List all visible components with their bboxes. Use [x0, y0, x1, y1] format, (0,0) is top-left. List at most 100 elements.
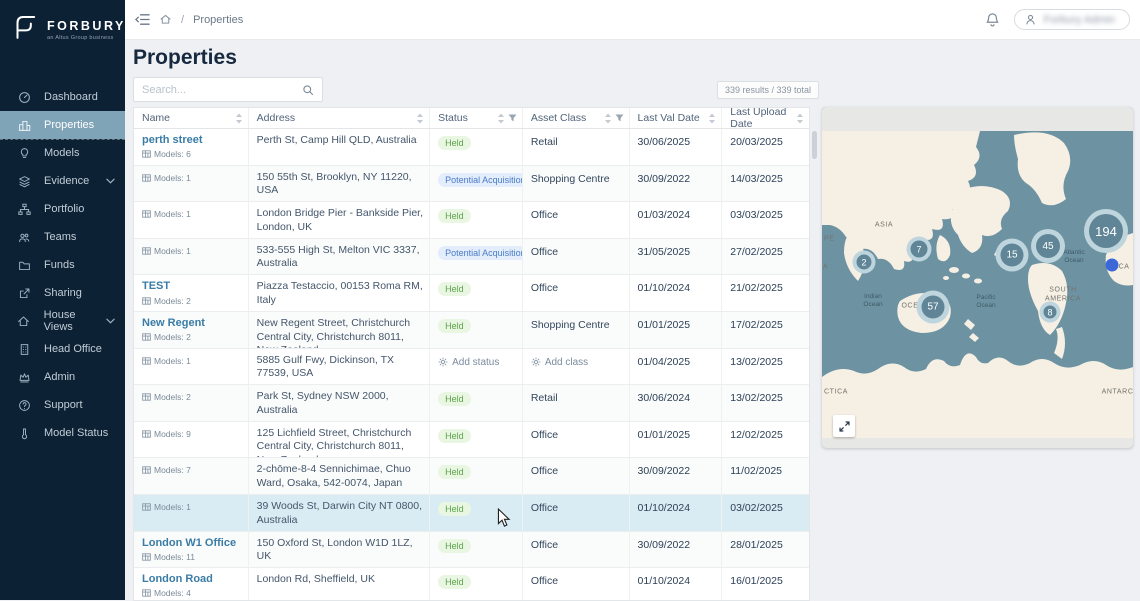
property-name-link[interactable]: London W1 Office: [142, 537, 242, 550]
property-name-link[interactable]: perth street: [142, 134, 242, 147]
add-class-button[interactable]: Add class: [531, 357, 623, 368]
models-label: Models: 9: [154, 429, 191, 439]
map-cluster[interactable]: 7: [907, 237, 932, 262]
status-cell: Held: [430, 532, 523, 568]
sidebar-item-house-views[interactable]: House Views: [0, 307, 125, 335]
address-cell: 5885 Gulf Fwy, Dickinson, TX 77539, USA: [249, 349, 430, 385]
sidebar-item-label: House Views: [44, 309, 106, 333]
sidebar-item-sharing[interactable]: Sharing: [0, 279, 125, 307]
table-row[interactable]: Models: 1150 55th St, Brooklyn, NY 11220…: [134, 166, 809, 203]
last-val-date: 01/01/2025: [638, 429, 716, 441]
last-val-date: 30/09/2022: [638, 173, 716, 185]
map-cluster[interactable]: 45: [1031, 229, 1065, 263]
sidebar-item-support[interactable]: Support: [0, 391, 125, 419]
sort-icon[interactable]: [235, 113, 243, 124]
table-row[interactable]: Models: 1533-555 High St, Melton VIC 333…: [134, 239, 809, 276]
sidebar-item-head-office[interactable]: Head Office: [0, 335, 125, 363]
last-upload-date: 27/02/2025: [730, 246, 803, 258]
bell-icon[interactable]: [985, 12, 1000, 28]
buildings-icon: [17, 118, 31, 132]
map-cluster[interactable]: 57: [917, 291, 950, 324]
last-val-date: 01/10/2024: [638, 502, 716, 514]
map-cluster[interactable]: 8: [1040, 302, 1061, 323]
column-header-address[interactable]: Address: [249, 108, 430, 128]
table-row[interactable]: Models: 1London Bridge Pier - Bankside P…: [134, 202, 809, 239]
table-row[interactable]: Models: 139 Woods St, Darwin City NT 080…: [134, 495, 809, 532]
property-name-link[interactable]: New Regent: [142, 317, 242, 330]
last-val-date: 30/09/2022: [638, 539, 716, 551]
sidebar-item-properties[interactable]: Properties: [0, 111, 125, 139]
table-row[interactable]: perth streetModels: 6Perth St, Camp Hill…: [134, 129, 809, 166]
map-cluster[interactable]: 194: [1084, 209, 1128, 253]
properties-map[interactable]: ASIAPEAIndian OceanOCEPacific OceanAtlan…: [822, 107, 1133, 448]
asset-class-text: Office: [531, 465, 623, 477]
column-header-name[interactable]: Name: [134, 108, 249, 128]
user-menu[interactable]: Forbury Admin: [1014, 9, 1130, 30]
table-row[interactable]: Models: 15885 Gulf Fwy, Dickinson, TX 77…: [134, 349, 809, 386]
address-text: 533-555 High St, Melton VIC 3337, Austra…: [257, 244, 423, 271]
models-count: Models: 4: [142, 588, 242, 598]
sort-icon[interactable]: [708, 113, 716, 124]
column-header-last-val-date[interactable]: Last Val Date: [630, 108, 723, 128]
property-name-link[interactable]: TEST: [142, 280, 242, 293]
status-cell: Held: [430, 495, 523, 531]
sort-icon[interactable]: [416, 113, 424, 124]
sidebar-item-admin[interactable]: Admin: [0, 363, 125, 391]
sidebar-item-evidence[interactable]: Evidence: [0, 167, 125, 195]
table-row[interactable]: New RegentModels: 2New Regent Street, Ch…: [134, 312, 809, 349]
filter-icon[interactable]: [508, 114, 517, 122]
last-upload-date-cell: 27/02/2025: [722, 239, 809, 275]
status-cell: Held: [430, 385, 523, 421]
sidebar-collapse-icon[interactable]: [135, 13, 150, 26]
address-cell: 125 Lichfield Street, Christchurch Centr…: [249, 422, 430, 458]
map-cluster[interactable]: 15: [996, 239, 1029, 272]
sidebar-item-model-status[interactable]: Model Status: [0, 419, 125, 447]
home-icon[interactable]: [159, 13, 172, 26]
table-row[interactable]: London Road Models: 4 London Rd, Sheffield…: [134, 568, 809, 601]
sidebar-nav: DashboardPropertiesModelsEvidence Portfol…: [0, 83, 125, 447]
table-scrollbar[interactable]: [812, 131, 817, 159]
table-row[interactable]: Models: 2Park St, Sydney NSW 2000, Austr…: [134, 385, 809, 422]
models-label: Models: 1: [154, 209, 191, 219]
status-badge: Potential Acquisition: [438, 173, 523, 187]
last-val-date-cell: 30/09/2022: [630, 166, 723, 202]
table-row[interactable]: Models: 72-chōme-8-4 Sennichimae, Chuo W…: [134, 458, 809, 495]
property-name-link[interactable]: London Road: [142, 573, 242, 586]
sort-icon[interactable]: [497, 113, 505, 124]
sidebar-item-teams[interactable]: Teams: [0, 223, 125, 251]
table-row[interactable]: London W1 OfficeModels: 11150 Oxford St,…: [134, 532, 809, 569]
status-badge: Held: [438, 319, 471, 333]
sort-icon[interactable]: [604, 113, 612, 124]
map-label: A: [823, 264, 828, 273]
models-label: Models: 4: [154, 588, 191, 598]
column-header-status[interactable]: Status: [430, 108, 523, 128]
sidebar-item-portfolio[interactable]: Portfolio: [0, 195, 125, 223]
world-map: [822, 107, 1133, 448]
column-header-last-upload-date[interactable]: Last Upload Date: [722, 108, 809, 128]
sidebar-item-label: Portfolio: [44, 203, 84, 215]
last-upload-date: 20/03/2025: [730, 136, 803, 148]
status-badge: Held: [438, 209, 471, 223]
sidebar-item-models[interactable]: Models: [0, 139, 125, 167]
table-row[interactable]: TESTModels: 2Piazza Testaccio, 00153 Rom…: [134, 275, 809, 312]
search-icon[interactable]: [302, 84, 314, 96]
map-label: PE: [824, 236, 835, 245]
table-row[interactable]: Models: 9 125 Lichfield Street, Christchu…: [134, 422, 809, 459]
breadcrumb-current[interactable]: Properties: [193, 14, 243, 26]
map-expand-button[interactable]: [833, 415, 855, 437]
sidebar-item-dashboard[interactable]: Dashboard: [0, 83, 125, 111]
sidebar-item-funds[interactable]: Funds: [0, 251, 125, 279]
sort-icon[interactable]: [796, 113, 804, 124]
column-header-asset-class[interactable]: Asset Class: [523, 108, 630, 128]
search-input[interactable]: [142, 84, 302, 96]
status-badge: Held: [438, 282, 471, 296]
sitemap-icon: [17, 202, 31, 216]
add-status-button[interactable]: Add status: [438, 357, 516, 368]
people-icon: [17, 230, 31, 244]
models-count: Models: 2: [142, 392, 242, 402]
address-text: London Rd, Sheffield, UK: [257, 573, 423, 587]
map-marker-dot[interactable]: [1106, 259, 1119, 272]
question-icon: [17, 398, 31, 412]
map-cluster[interactable]: 2: [853, 251, 876, 274]
filter-icon[interactable]: [615, 114, 624, 122]
